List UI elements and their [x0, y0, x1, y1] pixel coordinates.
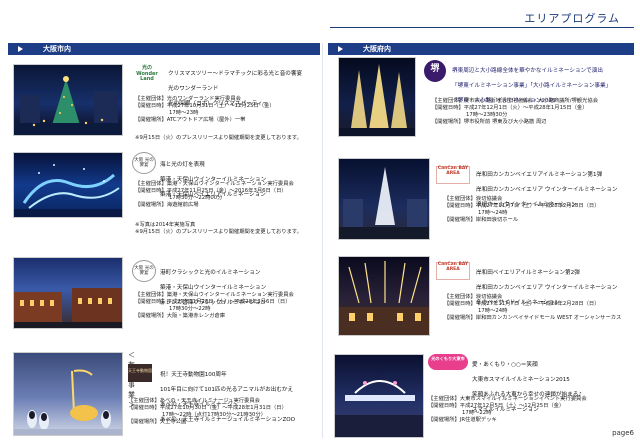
- page-title: エリアプログラム: [524, 12, 620, 25]
- headline-line: 港町クラシックと光のイルミネーション: [160, 269, 261, 276]
- entry-info: 【主催団体】浪切協議会 【開催日時】平成27年11月7日（土）〜平成28年2月2…: [444, 196, 638, 225]
- info-line: 【開催日時】平成27年11月28日（土）〜平成28年3月6日（日）: [135, 299, 291, 306]
- headline-line: 光のワンダーランド: [168, 85, 219, 92]
- entry-photo: [338, 57, 416, 137]
- info-line: 【開催場所】岸和田浪切ホール: [444, 217, 519, 224]
- info-line: 【開催日時】平成27年11月25日（金）〜2016年3月6日（日）: [135, 188, 287, 195]
- info-line: 【開催場所】海遊館前広場: [135, 202, 199, 209]
- entry-photo: [13, 152, 123, 218]
- info-line: 【開催日時】平成27年11月7日（土）〜平成28年2月28日（日）: [444, 203, 600, 210]
- info-line: 【開催日時】平成27年11月7日（土）〜平成28年2月28日（日）: [444, 301, 600, 308]
- entry-photo: [338, 158, 430, 240]
- logo: 光のWonder Land: [136, 65, 158, 82]
- entry-photo: [13, 257, 123, 329]
- headline-line: 大東市スマイルイルミネーション2015: [472, 376, 570, 383]
- entry-photo: [338, 256, 430, 336]
- info-line: 【開催日時】平成27年12月5日（土）〜12月25日（金）: [428, 403, 565, 410]
- info-line: 【開催場所】天王寺公園: [128, 419, 187, 426]
- headline-line: 岸和田ベイエリアイルミネーション第2弾: [476, 269, 580, 276]
- headline-line: 海と光の灯を表現: [160, 161, 205, 168]
- headline-line: 祝！天王寺動物園100周年: [160, 371, 227, 378]
- left-column-header: 大阪市内: [8, 43, 320, 55]
- entry-photo: [334, 354, 424, 438]
- info-line: 【開催場所】ATCアウトドア広場（屋外）一帯: [135, 117, 246, 124]
- info-line: 【開催日時】平成27年12月1日（火）〜平成28年1月15日（金）: [432, 105, 588, 112]
- logo: 天王寺動物園: [128, 364, 152, 382]
- headline-line: 「堺東イルミネーション事業」「大小路イルミネーション事業」: [452, 82, 612, 89]
- entry-photo: [13, 352, 123, 436]
- headline-line: 岸和田カンカンベイエリアイルミネーション第1弾: [476, 171, 603, 178]
- entry-info: 【主催団体】築港・天保山ウインターイルミネーション実行委員会 【開催日時】平成2…: [135, 292, 320, 321]
- entry-info: 【主催団体】浪切協議会 【開催日時】平成27年11月7日（土）〜平成28年2月2…: [444, 294, 638, 323]
- info-line: 【開催場所】大阪・築港赤レンガ倉庫: [135, 313, 226, 320]
- headline-line: クリスマスツリー〜ドラマチックに彩る光と音の饗宴: [168, 70, 303, 77]
- logo: 大阪 光の饗宴: [132, 152, 156, 174]
- entry-info: 【主催団体】あべの・天王寺イルミナージュ実行委員会 【開催日時】平成27年10月…: [128, 398, 320, 427]
- title-rule: [330, 27, 634, 28]
- info-line: 【開催日時】平成27年10月31日（土）〜12月25日（金）: [135, 103, 275, 110]
- headline-line: 岸和田カンカンベイエリア ウインターイルミネーション: [476, 186, 618, 193]
- entry-info: 【主催団体】築港・天保山ウインターイルミネーション実行委員会 【開催日時】平成2…: [135, 181, 320, 210]
- entry-note: ※写真は2014年実施写真 ※9月15日（火）のプレスリリースより開催期間を変更…: [135, 222, 302, 236]
- logo: CanCan BAY AREA: [436, 166, 470, 184]
- info-line: 【開催場所】堺市役所前 堺東及び大小路筋 周辺: [432, 119, 547, 126]
- entry-note: ※9月15日（火）のプレスリリースより開催期間を変更しております。: [135, 135, 302, 141]
- headline-line: 愛・あくもり・○○＝笑顔: [472, 361, 538, 368]
- entry-info: 【主催団体】光のワンダーランド実行委員会 【開催日時】平成27年10月31日（土…: [135, 96, 320, 125]
- info-line: 【開催場所】岸和田カンカンベイサイドモール WEST オーシャンサーカス: [444, 315, 622, 322]
- logo: 堺: [424, 60, 446, 82]
- logo: 光のくもり大東市: [428, 354, 468, 370]
- headline-line: 堺東周辺と大小路線全体を華やかなイルミネーションで演出: [452, 67, 603, 74]
- logo: CanCan BAY AREA: [436, 262, 470, 280]
- entry-info: 【主催団体】堺市中心市街地活性化協議会・大小路商議所/堺観光協会 【開催日時】平…: [432, 98, 638, 127]
- right-column-header: 大阪府内: [328, 43, 634, 55]
- page-number: page6: [612, 429, 634, 437]
- column-separator: [322, 43, 323, 438]
- info-line: 【開催場所】JR住道駅デッキ: [428, 417, 497, 424]
- headline-line: 岸和田カンカンベイエリア ウインターイルミネーション: [476, 284, 618, 291]
- entry-info: 【主催団体】大東市スマイルイルミネーションイベント実行委員会 【開催日時】平成2…: [428, 396, 618, 425]
- entry-photo: [13, 64, 123, 136]
- logo: 大阪 光の饗宴: [132, 260, 156, 282]
- headline-line: 101年目に向けて101匹の光るアニマルがお出むかえ: [160, 386, 294, 393]
